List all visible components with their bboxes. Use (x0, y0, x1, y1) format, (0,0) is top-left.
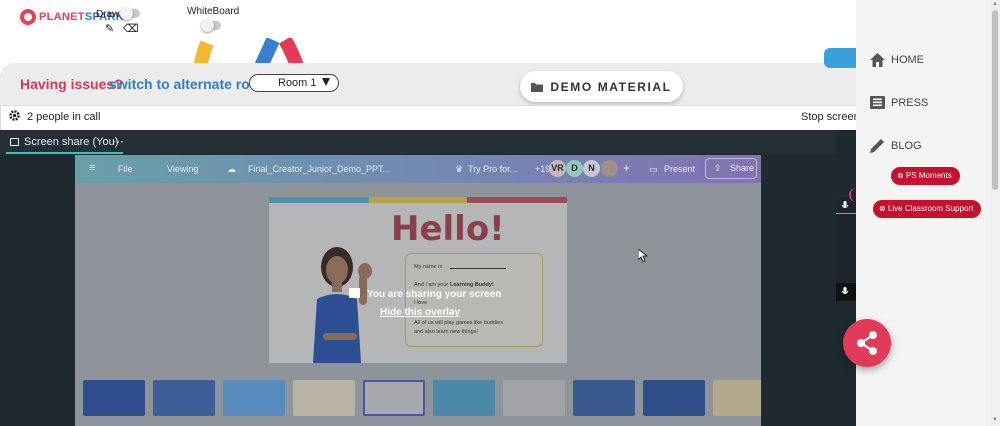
draw-label: Draw (96, 9, 120, 20)
app-root: PLANETSPARK Draw ✎ ⌫ WhiteBoard Having i… (0, 0, 1000, 426)
logo-text-part1: PLANET (39, 11, 85, 23)
whiteboard-label: WhiteBoard (187, 6, 240, 17)
issues-question: Having issues? (20, 76, 123, 92)
room-select-value: Room 1 (278, 77, 317, 89)
participant-tile-divider (836, 213, 856, 214)
menu-icon: ≡ (89, 162, 96, 174)
slide-title: Hello! (391, 209, 505, 249)
live-support-label: Live Classroom Support (887, 204, 974, 213)
slide-line-buddy: And I am your (414, 282, 449, 288)
nav-blog-label: BLOG (891, 139, 922, 152)
home-icon (870, 53, 885, 67)
slide-stripe-red (467, 197, 567, 203)
mic-icon[interactable] (841, 201, 849, 211)
nav-blog[interactable]: BLOG (870, 138, 922, 153)
nav-home[interactable]: HOME (870, 53, 924, 67)
close-circle-icon: ⊗ (897, 171, 904, 180)
more-options-icon[interactable]: ··· (112, 134, 124, 148)
slide-thumbnail (503, 380, 565, 416)
present-icon: ▭ (649, 164, 658, 174)
newspaper-icon (870, 96, 885, 109)
slide-thumbnail-selected (363, 380, 425, 416)
slide-line-games: All of us will play games like buddies (414, 320, 503, 326)
gear-icon[interactable] (8, 109, 21, 122)
canva-viewing-menu: Viewing (167, 164, 199, 174)
folder-icon (531, 82, 544, 92)
scroll-up-icon[interactable]: ▲ (992, 1, 998, 7)
screen-share-overlay-icon (349, 288, 360, 298)
cloud-icon: ☁ (227, 164, 236, 174)
switch-room-link[interactable]: switch to alternate room (109, 76, 271, 92)
name-underline (450, 268, 506, 269)
slide-line-name: My name is (414, 264, 443, 270)
slide-stripe-blue (269, 197, 369, 203)
call-bar (0, 105, 856, 130)
slide-thumbnail (293, 380, 355, 416)
nav-home-label: HOME (891, 54, 924, 66)
demo-material-label: DEMO MATERIAL (550, 79, 672, 94)
avatar-photo (601, 160, 618, 177)
slide-thumbnail (433, 380, 495, 416)
stop-screen-button[interactable]: Stop screen (801, 111, 860, 123)
slide-thumbnail (713, 380, 761, 416)
share-fab-button[interactable] (843, 319, 891, 367)
pencil-icon[interactable]: ✎ (105, 22, 114, 35)
mouse-cursor-icon (638, 249, 648, 263)
canva-doc-title: Final_Creator_Junior_Demo_PPT... (248, 164, 391, 174)
room-select[interactable]: Room 1 (249, 74, 339, 92)
presenter-image (313, 247, 372, 363)
canva-file-menu: File (118, 164, 133, 174)
nav-press-label: PRESS (891, 96, 929, 109)
slide-thumbnail (83, 380, 145, 416)
canva-share-label: Share (730, 163, 755, 173)
slide-thumbnail (573, 380, 635, 416)
ps-moments-button[interactable]: ⊗ PS Moments (891, 167, 960, 185)
caret-down-icon (322, 78, 330, 86)
sharing-screen-message: You are sharing your screen (367, 289, 502, 300)
slide-line-buddy-bold: Learning Buddy! (450, 282, 494, 288)
close-circle-icon: ⊗ (879, 204, 886, 213)
avatar-d: D (566, 160, 583, 177)
draw-toggle-knob (120, 7, 133, 20)
demo-material-button[interactable]: DEMO MATERIAL (520, 71, 683, 102)
crown-icon: ♛ (455, 164, 464, 174)
plus-icon: + (623, 161, 631, 175)
share-upload-icon: ⇪ (714, 163, 722, 173)
scrollbar-thumb[interactable] (992, 10, 998, 190)
pencil-icon (870, 139, 884, 153)
slide-line-learn: and also learn new things! (414, 329, 478, 335)
ps-moments-label: PS Moments (905, 171, 952, 180)
chat-tab[interactable] (824, 48, 856, 68)
avatar-vr: VR (549, 160, 566, 177)
slide-line-love: I love (414, 300, 428, 306)
draw-toggle[interactable] (120, 7, 140, 20)
active-tab-indicator (6, 152, 123, 154)
screen-share-icon (10, 138, 19, 146)
eraser-icon[interactable]: ⌫ (123, 22, 139, 35)
collaborator-count: +19 (535, 164, 551, 174)
whiteboard-toggle[interactable] (201, 19, 221, 32)
slide-intro-box: My name is And I am your Learning Buddy!… (405, 253, 543, 347)
mic-icon[interactable] (841, 287, 849, 297)
canva-present: Present (664, 164, 696, 174)
slide-stripe-yellow (369, 197, 467, 203)
slide-preview: Hello! My name is And I am your Learning… (269, 197, 567, 363)
hide-overlay-link[interactable]: Hide this overlay (380, 307, 460, 318)
canva-try-pro: Try Pro for... (468, 164, 518, 174)
stage-tab-bar (0, 130, 836, 154)
nav-press[interactable]: PRESS (870, 96, 928, 109)
tab-screen-share[interactable]: Screen share (You) (24, 136, 118, 148)
scroll-down-icon[interactable]: ▼ (992, 417, 998, 423)
slide-thumbnail (643, 380, 705, 416)
canva-share-button: ⇪ Share (705, 158, 757, 179)
slide-thumbnail (223, 380, 285, 416)
decorative-red-arc (849, 188, 857, 202)
whiteboard-toggle-knob (201, 19, 214, 32)
share-icon (857, 331, 877, 355)
slide-thumbnail (153, 380, 215, 416)
avatar-n: N (583, 160, 600, 177)
logo-icon (20, 9, 36, 25)
live-support-button[interactable]: ⊗ Live Classroom Support (873, 200, 982, 218)
people-count: 2 people in call (27, 111, 101, 123)
